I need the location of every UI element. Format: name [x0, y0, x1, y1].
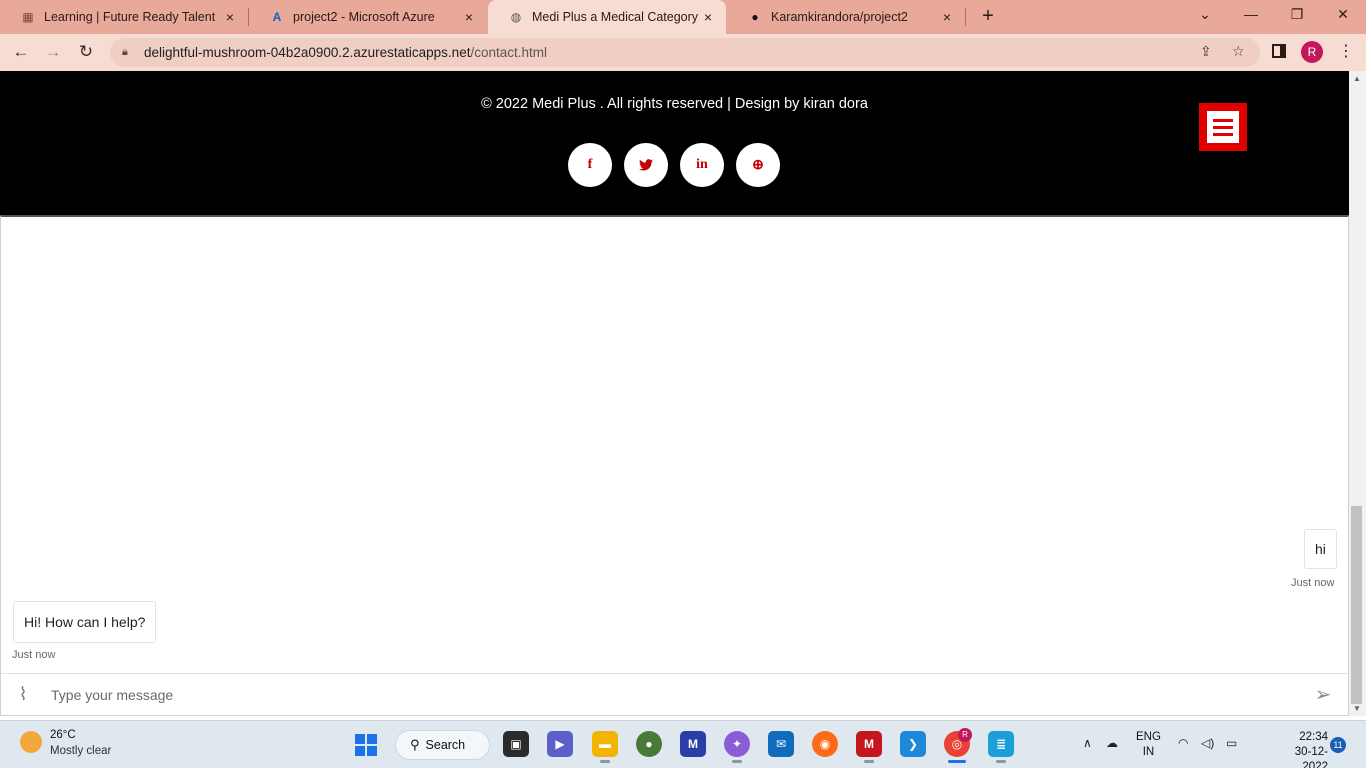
teams-chat-icon[interactable]: ▶ [547, 731, 573, 757]
running-indicator-active [948, 760, 966, 763]
file-explorer-icon[interactable]: ▬ [592, 731, 618, 757]
address-bar[interactable]: 🔒︎ delightful-mushroom-04b2a0900.2.azure… [110, 38, 1260, 67]
tray-overflow-icon[interactable]: ∧ [1083, 736, 1092, 750]
taskbar-search[interactable]: ⚲ Search [395, 730, 490, 760]
running-indicator [600, 760, 610, 763]
send-icon[interactable]: ➢ [1308, 682, 1338, 707]
user-message-bubble: hi [1304, 529, 1337, 569]
github-icon: ● [751, 10, 759, 24]
twitter-icon[interactable] [624, 143, 668, 187]
linkedin-icon[interactable]: in [680, 143, 724, 187]
close-icon[interactable]: × [700, 9, 716, 25]
task-view-icon[interactable]: ▣ [503, 731, 529, 757]
site-footer: © 2022 Medi Plus . All rights reserved |… [0, 71, 1349, 215]
lock-icon: 🔒︎ [122, 46, 128, 58]
back-icon[interactable]: ← [8, 40, 34, 66]
share-icon[interactable]: ⇪ [1200, 43, 1212, 60]
chrome-profile-badge: R [958, 728, 972, 742]
facebook-icon[interactable]: f [568, 143, 612, 187]
language-indicator[interactable]: ENG IN [1136, 730, 1161, 760]
tab-title: Medi Plus a Medical Category Fla [532, 10, 700, 24]
social-links: f in ⊕ [568, 143, 780, 187]
volume-icon[interactable]: ◁) [1201, 736, 1214, 750]
chat-widget: hi Just now Hi! How can I help? Just now… [0, 215, 1349, 716]
search-icon: ⚲ [410, 737, 420, 752]
firefox-icon[interactable]: ◉ [812, 731, 838, 757]
mcafee-icon[interactable]: M [856, 731, 882, 757]
scrollbar-thumb[interactable] [1351, 506, 1362, 704]
clock-time: 22:34 [1299, 731, 1328, 743]
weather-moon-icon[interactable] [20, 731, 42, 753]
dev-app-icon[interactable]: M [680, 731, 706, 757]
user-message-time: Just now [1291, 577, 1335, 589]
page-viewport: © 2022 Medi Plus . All rights reserved |… [0, 71, 1349, 716]
notepad-icon[interactable]: ≣ [988, 731, 1014, 757]
browser-toolbar: ← → ↻ 🔒︎ delightful-mushroom-04b2a0900.2… [0, 34, 1366, 71]
close-icon[interactable]: × [222, 9, 238, 25]
menu-icon [1207, 111, 1239, 143]
language-code: ENG [1136, 731, 1161, 743]
taskbar: 26°C Mostly clear ⚲ Search ▣ ▶ ▬ ● M ✦ ✉… [0, 720, 1366, 768]
system-clock[interactable]: 22:34 30-12-2022 [1276, 730, 1328, 768]
close-icon[interactable]: × [939, 9, 955, 25]
tab-azure[interactable]: A project2 - Microsoft Azure × [249, 0, 487, 34]
bot-message-bubble: Hi! How can I help? [13, 601, 157, 643]
scroll-down-icon[interactable]: ▼ [1353, 704, 1361, 713]
attachment-icon[interactable]: ⌇ [13, 684, 33, 705]
tab-github[interactable]: ● Karamkirandora/project2 × [727, 0, 965, 34]
hamburger-menu-button[interactable] [1199, 103, 1247, 151]
learning-icon: ▦ [22, 10, 34, 24]
windows-start-icon[interactable] [355, 734, 377, 756]
weather-description[interactable]: Mostly clear [50, 745, 111, 757]
tab-medi-plus[interactable]: ◍ Medi Plus a Medical Category Fla × [488, 0, 726, 34]
tab-learning[interactable]: ▦ Learning | Future Ready Talent × [0, 0, 248, 34]
restore-icon[interactable]: ❐ [1274, 0, 1320, 30]
twitter-bird-shape [639, 159, 653, 171]
message-input[interactable] [51, 686, 1308, 703]
photos-app-icon[interactable]: ● [636, 731, 662, 757]
region-code: IN [1142, 746, 1155, 758]
tab-title: Learning | Future Ready Talent [44, 10, 216, 24]
close-icon[interactable]: × [461, 9, 477, 25]
wifi-icon[interactable]: ◠ [1178, 736, 1188, 750]
new-tab-button[interactable]: + [976, 5, 1000, 29]
azure-icon: A [272, 10, 282, 24]
chat-input-row: ⌇ ➢ [1, 673, 1348, 715]
onedrive-icon[interactable]: ☁ [1106, 736, 1118, 750]
scroll-up-icon[interactable]: ▲ [1353, 74, 1361, 83]
url-host: delightful-mushroom-04b2a0900.2.azuresta… [144, 45, 471, 60]
browser-menu-icon[interactable]: ⋮ [1338, 41, 1354, 61]
bot-message-time: Just now [12, 649, 56, 661]
search-label: Search [425, 738, 466, 752]
page-scrollbar[interactable]: ▲ ▼ [1349, 71, 1366, 716]
globe-icon: ◍ [510, 10, 522, 24]
minimize-icon[interactable]: — [1228, 0, 1274, 30]
clock-date: 30-12-2022 [1294, 746, 1328, 768]
tab-strip: ▦ Learning | Future Ready Talent × A pro… [0, 0, 1366, 34]
bookmark-star-icon[interactable]: ☆ [1232, 43, 1245, 60]
running-indicator [996, 760, 1006, 763]
profile-avatar[interactable]: R [1301, 41, 1323, 63]
copyright-text: © 2022 Medi Plus . All rights reserved |… [481, 96, 868, 112]
running-indicator [732, 760, 742, 763]
battery-icon[interactable]: ▭ [1226, 736, 1237, 750]
tab-title: Karamkirandora/project2 [771, 10, 908, 24]
url-path: /contact.html [470, 45, 547, 60]
mail-icon[interactable]: ✉ [768, 731, 794, 757]
reload-icon[interactable]: ↻ [73, 40, 99, 66]
vscode-icon[interactable]: ❯ [900, 731, 926, 757]
forward-icon[interactable]: → [40, 40, 66, 66]
tab-title: project2 - Microsoft Azure [293, 10, 435, 24]
copilot-icon[interactable]: ✦ [724, 731, 750, 757]
tab-search-icon[interactable]: ⌄ [1182, 0, 1228, 30]
tab-divider [965, 8, 966, 26]
running-indicator [864, 760, 874, 763]
weather-temperature[interactable]: 26°C [50, 729, 76, 741]
window-close-icon[interactable]: ✕ [1320, 0, 1366, 30]
notification-badge[interactable]: 11 [1330, 737, 1346, 753]
side-panel-icon[interactable] [1272, 44, 1286, 58]
dribbble-icon[interactable]: ⊕ [736, 143, 780, 187]
